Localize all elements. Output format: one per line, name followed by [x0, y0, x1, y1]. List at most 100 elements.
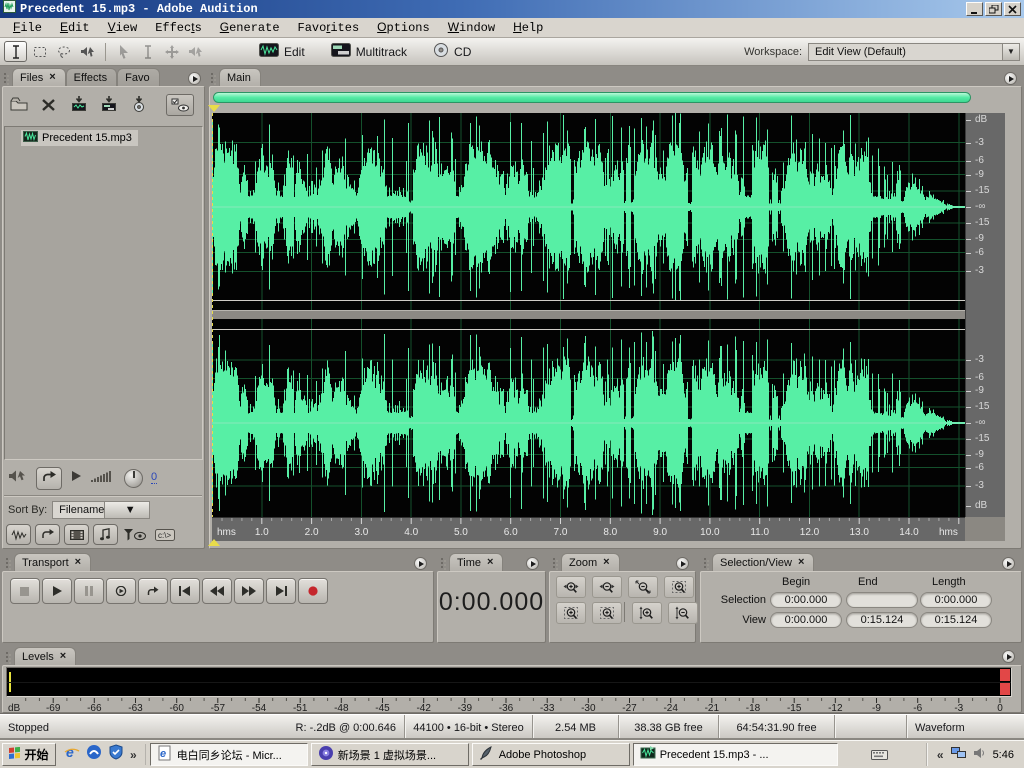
start-button[interactable]: 开始: [2, 743, 56, 766]
go-to-beginning-button[interactable]: [170, 578, 200, 604]
level-meter[interactable]: [6, 667, 1012, 697]
show-video-files-button[interactable]: [64, 524, 89, 545]
zoom-in-to-left-edge-button[interactable]: [556, 602, 586, 624]
hybrid-tool[interactable]: [112, 41, 135, 62]
zoom-out-full-button[interactable]: [628, 576, 658, 598]
show-audio-files-button[interactable]: [6, 524, 31, 545]
import-file-button[interactable]: [6, 92, 31, 116]
time-selection-tool-alt[interactable]: [136, 41, 159, 62]
menu-help[interactable]: Help: [504, 18, 552, 37]
selection-view-tab-selection-view[interactable]: Selection/View×: [712, 553, 814, 571]
insert-into-cd-button[interactable]: [126, 92, 151, 116]
scrub-tool[interactable]: [76, 41, 99, 62]
levels-tab-levels[interactable]: Levels×: [14, 647, 76, 665]
language-bar[interactable]: [871, 749, 896, 761]
zoom-out-horizontally-button[interactable]: [592, 576, 622, 598]
volume-value[interactable]: 0: [151, 472, 157, 484]
transport-panel-menu-button[interactable]: [414, 557, 427, 570]
scrub-tool-alt[interactable]: [184, 41, 207, 62]
selection-length-field[interactable]: 0:00.000: [920, 592, 992, 608]
panel-grip[interactable]: [704, 556, 710, 569]
waveform-display[interactable]: [212, 113, 965, 517]
tab-main[interactable]: Main: [219, 68, 261, 86]
workspace-dropdown[interactable]: Edit View (Default) ▼: [808, 43, 1020, 61]
transport-tab-transport[interactable]: Transport×: [14, 553, 91, 571]
file-list[interactable]: Precedent 15.mp3: [4, 126, 203, 460]
panel-grip[interactable]: [553, 556, 559, 569]
close-icon[interactable]: ×: [798, 558, 804, 567]
minimize-button[interactable]: [966, 2, 983, 16]
close-icon[interactable]: ×: [75, 558, 81, 567]
messenger-icon[interactable]: [86, 744, 102, 765]
zoom-tab-zoom[interactable]: Zoom×: [561, 553, 620, 571]
fast-forward-button[interactable]: [234, 578, 264, 604]
marquee-selection-tool[interactable]: [28, 41, 51, 62]
pause-button[interactable]: [74, 578, 104, 604]
chevron-down-icon[interactable]: ▼: [1002, 44, 1019, 60]
zoom-to-selection-button[interactable]: [664, 576, 694, 598]
menu-options[interactable]: Options: [368, 18, 439, 37]
zoom-in-to-right-edge-button[interactable]: [592, 602, 622, 624]
clip-indicator-right[interactable]: [1000, 683, 1010, 695]
file-item[interactable]: Precedent 15.mp3: [21, 130, 138, 146]
selection-view-panel-menu-button[interactable]: [1002, 557, 1015, 570]
close-icon[interactable]: ×: [60, 652, 66, 661]
zoom-out-vertically-button[interactable]: [668, 602, 698, 624]
selection-begin-field[interactable]: 0:00.000: [770, 592, 842, 608]
main-panel-menu-button[interactable]: [1004, 72, 1017, 85]
time-tab-time[interactable]: Time×: [449, 553, 503, 571]
record-button[interactable]: [298, 578, 328, 604]
loop-playback-button[interactable]: [36, 467, 62, 490]
panel-grip[interactable]: [4, 71, 10, 84]
close-file-button[interactable]: [36, 92, 61, 116]
filter-options-button[interactable]: [122, 524, 148, 545]
menu-generate[interactable]: Generate: [211, 18, 289, 37]
menu-file[interactable]: File: [4, 18, 51, 37]
files-tab-effects[interactable]: Effects: [66, 68, 117, 86]
task-button-4[interactable]: Precedent 15.mp3 - ...: [633, 743, 838, 766]
selection-end-field[interactable]: [846, 592, 918, 608]
move-clip-tool[interactable]: [160, 41, 183, 62]
chevron-down-icon[interactable]: ▼: [104, 502, 149, 518]
volume-knob[interactable]: [124, 469, 143, 488]
clip-indicator-left[interactable]: [1000, 669, 1010, 681]
stop-button[interactable]: [10, 578, 40, 604]
restore-button[interactable]: [985, 2, 1002, 16]
view-button-multitrack[interactable]: Multitrack: [331, 43, 407, 60]
files-tab-files[interactable]: Files×: [12, 68, 66, 86]
rewind-button[interactable]: [202, 578, 232, 604]
playhead-marker-top[interactable]: [208, 105, 220, 112]
time-selection-tool[interactable]: [4, 41, 27, 62]
show-full-path-button[interactable]: c:\>: [152, 524, 178, 545]
lasso-selection-tool[interactable]: [52, 41, 75, 62]
close-icon[interactable]: ×: [603, 558, 609, 567]
collapse-arrows-icon[interactable]: «: [937, 748, 944, 762]
timeline-ruler[interactable]: 1.02.03.04.05.06.07.08.09.010.011.012.01…: [212, 517, 965, 541]
amplitude-ruler[interactable]: dB-3-6-9-15-∞-15-9-6-3-3-6-9-15-∞-15-9-6…: [965, 113, 1005, 517]
play-button[interactable]: [42, 578, 72, 604]
insert-into-edit-button[interactable]: [66, 92, 91, 116]
go-to-end-button[interactable]: [266, 578, 296, 604]
levels-panel-menu-button[interactable]: [1002, 650, 1015, 663]
view-button-edit[interactable]: Edit: [259, 43, 305, 60]
more-chevron-icon[interactable]: »: [130, 748, 137, 762]
zoom-panel-menu-button[interactable]: [676, 557, 689, 570]
close-icon[interactable]: ×: [49, 73, 55, 82]
security-shield-icon[interactable]: [108, 744, 124, 765]
menu-edit[interactable]: Edit: [51, 18, 99, 37]
view-end-field[interactable]: 0:15.124: [846, 612, 918, 628]
menu-view[interactable]: View: [99, 18, 147, 37]
menu-window[interactable]: Window: [439, 18, 504, 37]
volume-icon[interactable]: [973, 747, 986, 762]
panel-grip[interactable]: [211, 71, 217, 84]
show-loop-files-button[interactable]: [35, 524, 60, 545]
panel-grip[interactable]: [441, 556, 447, 569]
time-panel-menu-button[interactable]: [526, 557, 539, 570]
auto-play-icon[interactable]: [8, 468, 28, 489]
network-icon[interactable]: [951, 747, 966, 762]
view-button-cd[interactable]: CD: [433, 42, 471, 61]
show-midi-files-button[interactable]: [93, 524, 118, 545]
zoom-in-horizontally-button[interactable]: [556, 576, 586, 598]
play-file-button[interactable]: [70, 469, 82, 487]
view-begin-field[interactable]: 0:00.000: [770, 612, 842, 628]
